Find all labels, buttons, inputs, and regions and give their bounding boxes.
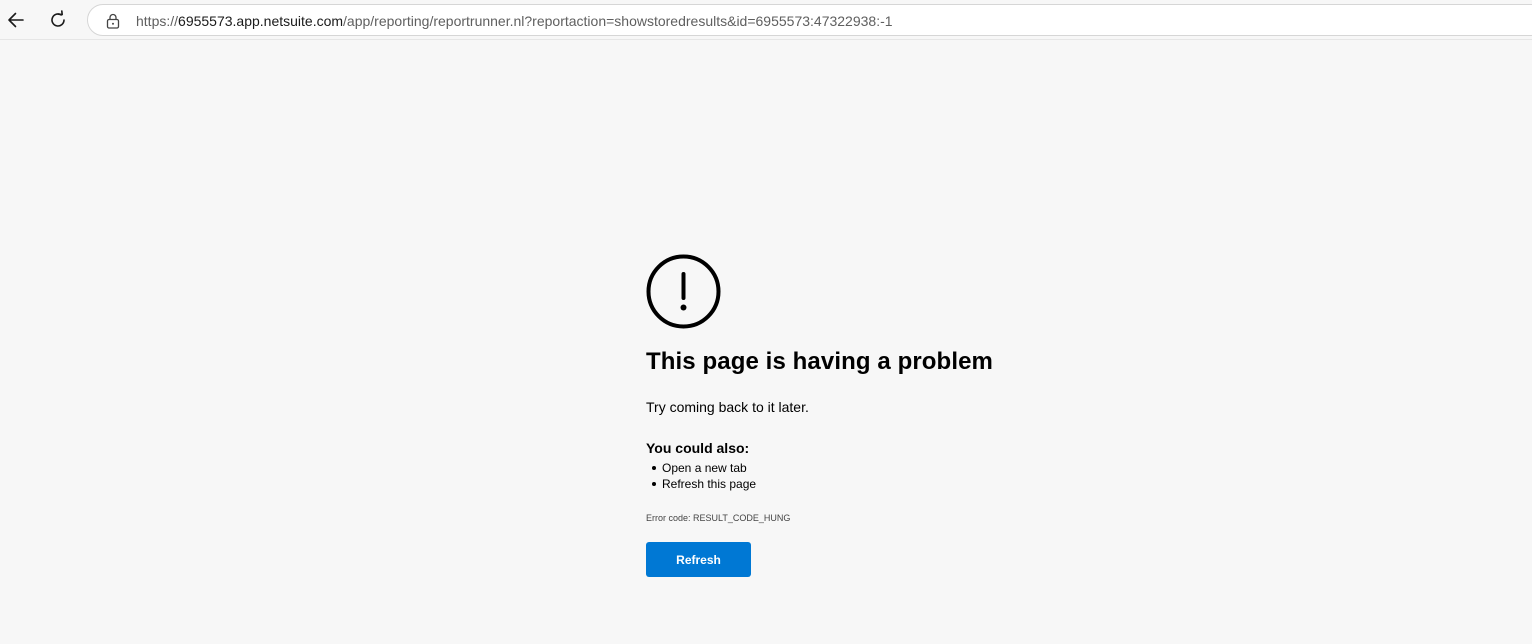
url-prefix: https:// [136, 13, 179, 29]
suggestions-heading: You could also: [646, 440, 750, 456]
reload-icon [51, 10, 65, 27]
refresh-button[interactable]: Refresh [646, 542, 751, 577]
error-subtitle: Try coming back to it later. [646, 399, 809, 415]
reload-button[interactable] [42, 4, 74, 36]
exclamation-circle-icon [646, 254, 721, 329]
suggestion-open-new-tab: Open a new tab [646, 460, 756, 476]
error-code: Error code: RESULT_CODE_HUNG [646, 513, 791, 523]
url-path: /app/reporting/reportrunner.nl?reportact… [343, 13, 893, 29]
address-bar[interactable]: https://6955573.app.netsuite.com/app/rep… [87, 4, 1532, 36]
suggestions-list: Open a new tab Refresh this page [646, 460, 756, 492]
back-button[interactable] [0, 4, 32, 36]
url-text[interactable]: https://6955573.app.netsuite.com/app/rep… [136, 12, 893, 30]
page-title: This page is having a problem [646, 348, 993, 375]
lock-icon[interactable] [106, 13, 120, 29]
suggestion-refresh-page: Refresh this page [646, 476, 756, 492]
url-host: 6955573.app.netsuite.com [178, 13, 344, 29]
arrow-left-icon [8, 12, 24, 28]
browser-toolbar: https://6955573.app.netsuite.com/app/rep… [0, 0, 1532, 40]
